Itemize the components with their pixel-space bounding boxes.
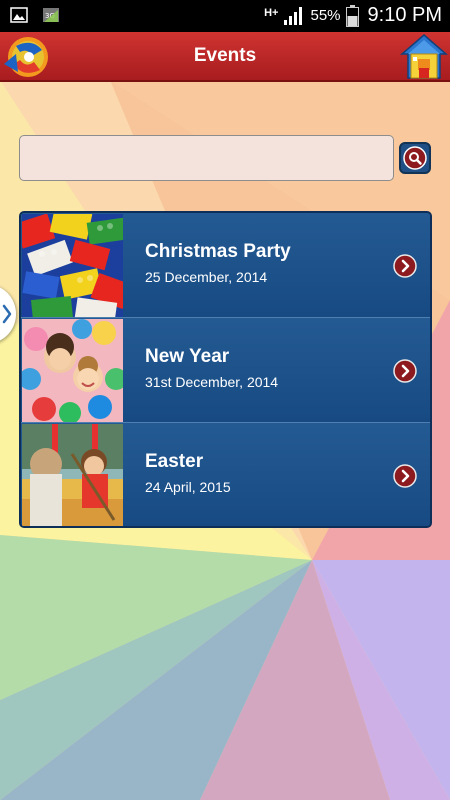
event-title: New Year [145,346,230,367]
event-thumbnail [22,424,123,526]
event-date: 25 December, 2014 [145,269,268,285]
events-list: Christmas Party 25 December, 2014 New Ye… [19,211,432,528]
event-item-christmas-party[interactable]: Christmas Party 25 December, 2014 [21,213,430,318]
event-date: 31st December, 2014 [145,374,279,390]
event-item-new-year[interactable]: New Year 31st December, 2014 [21,318,430,423]
event-item-easter[interactable]: Easter 24 April, 2015 [21,423,430,526]
status-bar: 3G H+ 55% 9:10 PM [0,0,450,32]
chevron-right-icon [393,254,417,278]
search-input[interactable] [19,135,394,181]
chevron-right-icon [393,359,417,383]
3g-icon: 3G [43,8,59,22]
chevron-right-icon [393,464,417,488]
home-icon[interactable] [400,32,448,80]
battery-icon [345,4,359,27]
page-title: Events [193,45,257,66]
signal-icon [284,6,303,25]
clock: 9:10 PM [367,4,442,26]
search-button[interactable] [399,142,431,174]
chevron-right-icon [2,304,12,324]
event-thumbnail [22,214,123,317]
battery-percent: 55% [310,7,341,24]
search-icon [403,146,427,170]
event-thumbnail [22,319,123,422]
event-title: Easter [145,451,204,472]
network-type: H+ [264,6,279,19]
image-icon [10,7,28,23]
side-drawer-handle[interactable] [0,284,16,344]
event-date: 24 April, 2015 [145,479,231,495]
event-title: Christmas Party [145,241,291,262]
app-header: Events [0,32,450,82]
